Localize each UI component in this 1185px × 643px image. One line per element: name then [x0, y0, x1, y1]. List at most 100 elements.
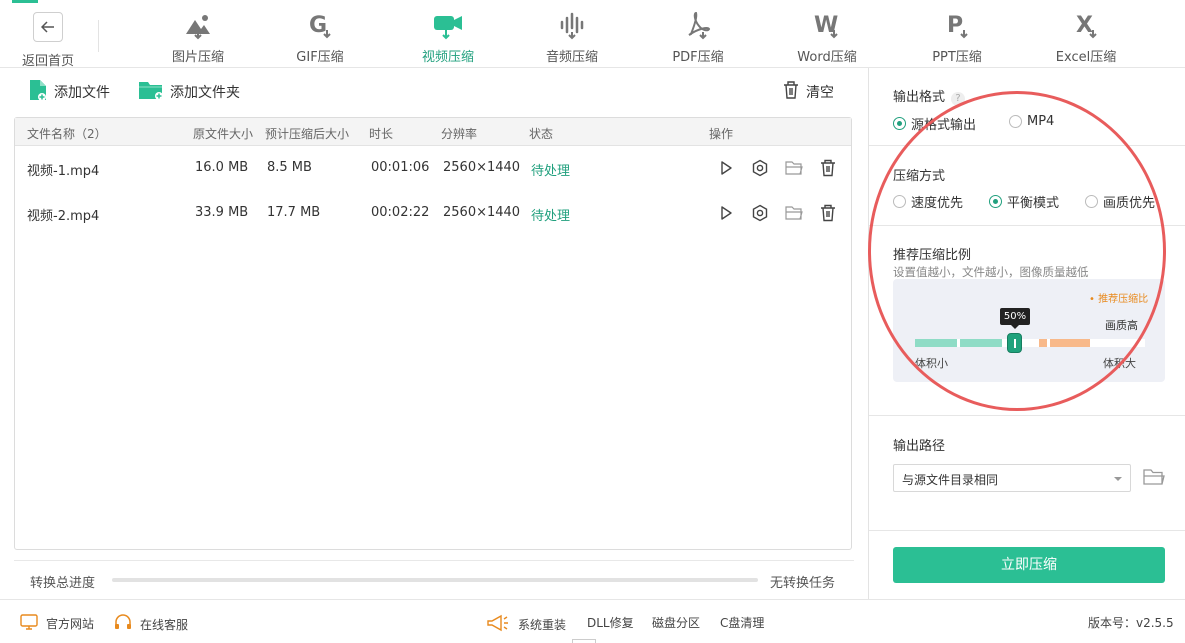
folder-open-icon[interactable] [777, 156, 811, 180]
min-label: 体积小 [915, 357, 948, 370]
app-accent-mark [12, 0, 38, 3]
file-table: 文件名称（2） 原文件大小 预计压缩后大小 时长 分辨率 状态 操作 视频-1.… [14, 117, 852, 550]
duration: 00:01:06 [371, 160, 430, 175]
total-progress: 转换总进度 无转换任务 [14, 560, 854, 596]
dll-repair-link[interactable]: DLL修复 [587, 614, 634, 631]
output-format-title: 输出格式? [893, 86, 966, 106]
audio-compress-icon [522, 10, 622, 40]
headset-icon [114, 614, 132, 635]
delete-icon[interactable] [811, 156, 845, 180]
online-support-label: 在线客服 [140, 618, 189, 632]
radio-dot [989, 195, 1002, 208]
add-folder-label: 添加文件夹 [170, 85, 240, 101]
resolution: 2560×1440 [443, 205, 521, 220]
image-compress-icon [148, 10, 248, 40]
file-name: 视频-1.mp4 [27, 164, 100, 179]
output-path-value: 与源文件目录相同 [902, 473, 999, 487]
chevron-down-icon [1114, 477, 1122, 485]
table-row[interactable]: 视频-2.mp4 33.9 MB 17.7 MB 00:02:22 2560×1… [15, 191, 851, 236]
tab-label: GIF压缩 [296, 50, 344, 65]
ppt-compress-icon: P [907, 10, 1007, 40]
dll-repair-label: DLL修复 [587, 616, 634, 630]
help-icon[interactable]: ? [951, 92, 966, 106]
browse-folder-icon[interactable] [1143, 468, 1165, 490]
nav-divider [98, 20, 99, 52]
disk-partition-link[interactable]: 磁盘分区 [652, 614, 700, 631]
delete-icon[interactable] [811, 201, 845, 225]
tab-label: Excel压缩 [1055, 50, 1117, 65]
compress-now-button[interactable]: 立即压缩 [893, 547, 1165, 583]
back-home-button[interactable]: 返回首页 [16, 12, 80, 69]
format-source-radio[interactable]: 源格式输出 [893, 114, 976, 133]
add-file-button[interactable]: 添加文件 [28, 78, 110, 106]
tab-audio-compress[interactable]: 音频压缩 [522, 10, 622, 66]
tab-excel-compress[interactable]: X Excel压缩 [1036, 10, 1136, 66]
col-status: 状态 [529, 127, 554, 141]
official-site-link[interactable]: 官方网站 [20, 614, 94, 633]
arrow-left-icon [33, 12, 63, 42]
official-site-label: 官方网站 [46, 617, 95, 631]
online-support-link[interactable]: 在线客服 [114, 614, 188, 635]
system-reinstall-link[interactable]: 系统重装 [486, 614, 566, 635]
mode-balance-radio[interactable]: 平衡模式 [989, 192, 1059, 211]
col-orig-size: 原文件大小 [193, 127, 254, 141]
word-compress-icon: W [777, 10, 877, 40]
tab-pdf-compress[interactable]: PDF压缩 [648, 10, 748, 66]
mode-speed-radio[interactable]: 速度优先 [893, 192, 963, 211]
top-nav: 返回首页 图片压缩 G GIF压缩 视频压缩 音频压缩 PDF压缩 W Word… [0, 0, 1185, 69]
ratio-hint: 设置值越小，文件越小，图像质量越低 [893, 265, 1089, 279]
output-path-select[interactable]: 与源文件目录相同 [893, 464, 1131, 492]
add-folder-button[interactable]: 添加文件夹 [138, 78, 240, 106]
table-row[interactable]: 视频-1.mp4 16.0 MB 8.5 MB 00:01:06 2560×14… [15, 146, 851, 191]
radio-dot [1085, 195, 1098, 208]
add-file-icon [28, 78, 48, 106]
slider-segment-high [1039, 339, 1047, 347]
settings-panel: 输出格式? 源格式输出 MP4 压缩方式 速度优先 平衡模式 画质优先 推荐压缩… [868, 68, 1185, 599]
add-file-label: 添加文件 [54, 85, 110, 101]
status-badge: 待处理 [531, 164, 571, 179]
resize-grip[interactable] [572, 639, 596, 643]
ratio-slider-track[interactable] [915, 339, 1145, 347]
ratio-slider-handle[interactable] [1007, 333, 1022, 353]
tab-video-compress[interactable]: 视频压缩 [398, 10, 498, 66]
format-mp4-radio[interactable]: MP4 [1009, 114, 1054, 129]
c-drive-clean-link[interactable]: C盘清理 [720, 614, 764, 631]
play-icon[interactable] [709, 201, 743, 225]
tab-label: 图片压缩 [171, 50, 224, 65]
radio-label: 平衡模式 [1007, 196, 1060, 211]
est-size: 17.7 MB [267, 205, 321, 220]
recommend-note: • 推荐压缩比 [1089, 294, 1149, 305]
radio-dot [893, 195, 906, 208]
col-resolution: 分辨率 [441, 127, 478, 141]
file-toolbar: 添加文件 添加文件夹 清空 [14, 78, 854, 108]
table-header: 文件名称（2） 原文件大小 预计压缩后大小 时长 分辨率 状态 操作 [15, 118, 851, 146]
row-actions [709, 201, 845, 225]
clear-button[interactable]: 清空 [782, 78, 834, 106]
version-label: 版本号：v2.5.5 [1088, 614, 1174, 631]
ratio-slider-box: • 推荐压缩比 画质高 50% 体积小 体积大 [893, 279, 1165, 382]
folder-open-icon[interactable] [777, 201, 811, 225]
radio-dot [1009, 115, 1022, 128]
compress-mode-section: 压缩方式 速度优先 平衡模式 画质优先 [869, 146, 1185, 226]
quality-high-label: 画质高 [1105, 319, 1138, 332]
col-name: 文件名称（2） [27, 127, 107, 141]
version-text: 版本号：v2.5.5 [1088, 616, 1174, 630]
play-icon[interactable] [709, 156, 743, 180]
progress-label: 转换总进度 [30, 576, 96, 591]
radio-label: 源格式输出 [911, 118, 977, 133]
tab-ppt-compress[interactable]: P PPT压缩 [907, 10, 1007, 66]
resolution: 2560×1440 [443, 160, 521, 175]
c-drive-clean-label: C盘清理 [720, 616, 765, 630]
mode-quality-radio[interactable]: 画质优先 [1085, 192, 1155, 211]
tab-word-compress[interactable]: W Word压缩 [777, 10, 877, 66]
footer-bar: 官方网站 在线客服 系统重装 DLL修复 磁盘分区 C盘清理 版本号：v2.5.… [0, 599, 1185, 643]
settings-icon[interactable] [743, 201, 777, 225]
tab-image-compress[interactable]: 图片压缩 [148, 10, 248, 66]
tab-gif-compress[interactable]: G GIF压缩 [270, 10, 370, 66]
output-format-title-text: 输出格式 [893, 90, 946, 105]
radio-label: MP4 [1027, 114, 1055, 129]
tab-label: PPT压缩 [932, 50, 982, 65]
settings-icon[interactable] [743, 156, 777, 180]
svg-text:P: P [947, 13, 963, 38]
radio-label: 画质优先 [1103, 196, 1156, 211]
